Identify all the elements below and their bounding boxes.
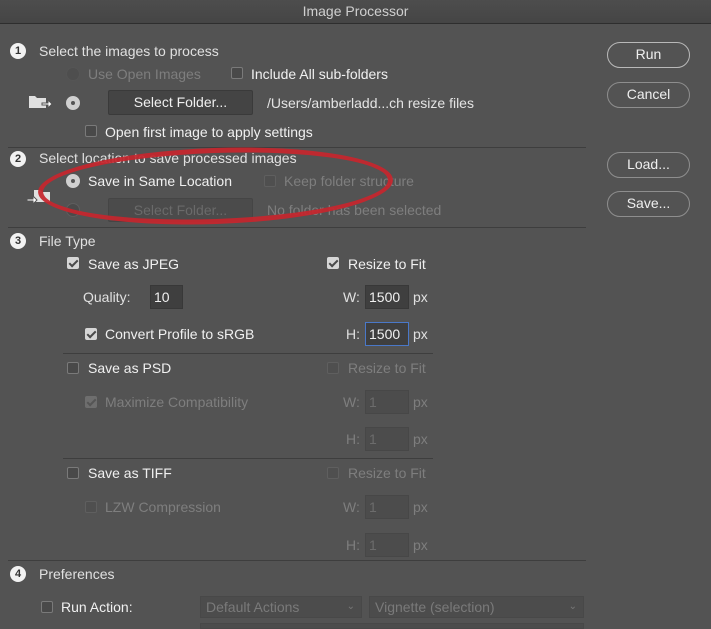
jpeg-width-unit: px [413,289,428,305]
tiff-width-unit: px [413,499,428,515]
convert-srgb-checkbox[interactable] [85,328,97,340]
destination-folder-path: No folder has been selected [267,202,442,218]
action-value: Vignette (selection) [375,599,495,615]
window-title: Image Processor [0,0,711,24]
maximize-compatibility-label: Maximize Compatibility [105,394,249,410]
jpeg-resize-to-fit-checkbox[interactable] [327,257,339,269]
convert-srgb-label: Convert Profile to sRGB [105,326,255,342]
lzw-compression-checkbox[interactable] [85,501,97,513]
tiff-height-input[interactable]: 1 [365,533,409,557]
tiff-width-input[interactable]: 1 [365,495,409,519]
section-divider [8,147,586,148]
use-open-images-label: Use Open Images [88,66,201,82]
step-4-badge: 4 [10,566,26,582]
psd-resize-to-fit-label: Resize to Fit [348,360,426,376]
jpeg-width-label: W: [343,289,360,305]
keep-folder-structure-checkbox[interactable] [264,175,276,187]
save-as-psd-label: Save as PSD [88,360,172,376]
select-folder-radio[interactable] [66,96,80,110]
use-open-images-radio[interactable] [66,67,80,81]
open-first-image-label: Open first image to apply settings [105,124,313,140]
maximize-compatibility-checkbox[interactable] [85,396,97,408]
psd-width-label: W: [343,394,360,410]
save-as-tiff-checkbox[interactable] [67,467,79,479]
folder-input-icon [29,96,52,110]
tiff-resize-to-fit-checkbox[interactable] [327,467,339,479]
jpeg-height-input[interactable]: 1500 [365,322,409,346]
section-divider [8,227,586,228]
run-button[interactable]: Run [607,42,690,68]
run-action-label: Run Action: [61,599,133,615]
tiff-width-label: W: [343,499,360,515]
jpeg-resize-to-fit-label: Resize to Fit [348,256,426,272]
section-3-title: File Type [39,233,96,249]
keep-folder-structure-label: Keep folder structure [284,173,414,189]
save-settings-button[interactable]: Save... [607,191,690,217]
load-button[interactable]: Load... [607,152,690,178]
cancel-button[interactable]: Cancel [607,82,690,108]
jpeg-quality-input[interactable]: 10 [150,285,183,309]
step-2-badge: 2 [10,151,26,167]
save-as-jpeg-checkbox[interactable] [67,257,79,269]
save-as-tiff-label: Save as TIFF [88,465,172,481]
tiff-height-label: H: [346,537,360,553]
run-action-checkbox[interactable] [41,601,53,613]
open-first-image-checkbox[interactable] [85,125,97,137]
action-set-value: Default Actions [206,599,300,615]
source-folder-path: /Users/amberladd...ch resize files [267,95,474,111]
step-1-badge: 1 [10,43,26,59]
save-as-psd-checkbox[interactable] [67,362,79,374]
jpeg-height-label: H: [346,326,360,342]
select-destination-folder-button[interactable]: Select Folder... [108,198,253,222]
section-2-title: Select location to save processed images [39,150,297,166]
lzw-compression-label: LZW Compression [105,499,221,515]
tiff-height-unit: px [413,537,428,553]
quality-label: Quality: [83,289,131,305]
tiff-resize-to-fit-label: Resize to Fit [348,465,426,481]
action-set-select[interactable]: Default Actions ⌄ [200,596,362,618]
psd-resize-to-fit-checkbox[interactable] [327,362,339,374]
chevron-down-icon: ⌄ [568,601,577,612]
jpeg-width-input[interactable]: 1500 [365,285,409,309]
section-4-title: Preferences [39,566,115,582]
section-1-title: Select the images to process [39,43,219,59]
psd-width-input[interactable]: 1 [365,390,409,414]
psd-width-unit: px [413,394,428,410]
jpeg-height-unit: px [413,326,428,342]
include-subfolders-label: Include All sub-folders [251,66,388,82]
action-select[interactable]: Vignette (selection) ⌄ [369,596,584,618]
folder-output-icon [26,190,50,206]
filetype-divider [63,458,433,459]
save-same-location-label: Save in Same Location [88,173,232,189]
save-other-folder-radio[interactable] [66,203,80,217]
step-3-badge: 3 [10,233,26,249]
psd-height-input[interactable]: 1 [365,427,409,451]
select-source-folder-button[interactable]: Select Folder... [108,90,253,115]
next-row-field [200,623,584,629]
psd-height-label: H: [346,431,360,447]
save-as-jpeg-label: Save as JPEG [88,256,180,272]
chevron-down-icon: ⌄ [346,601,355,612]
section-divider [8,560,586,561]
psd-height-unit: px [413,431,428,447]
include-subfolders-checkbox[interactable] [231,67,243,79]
filetype-divider [63,353,433,354]
save-same-location-radio[interactable] [66,174,80,188]
